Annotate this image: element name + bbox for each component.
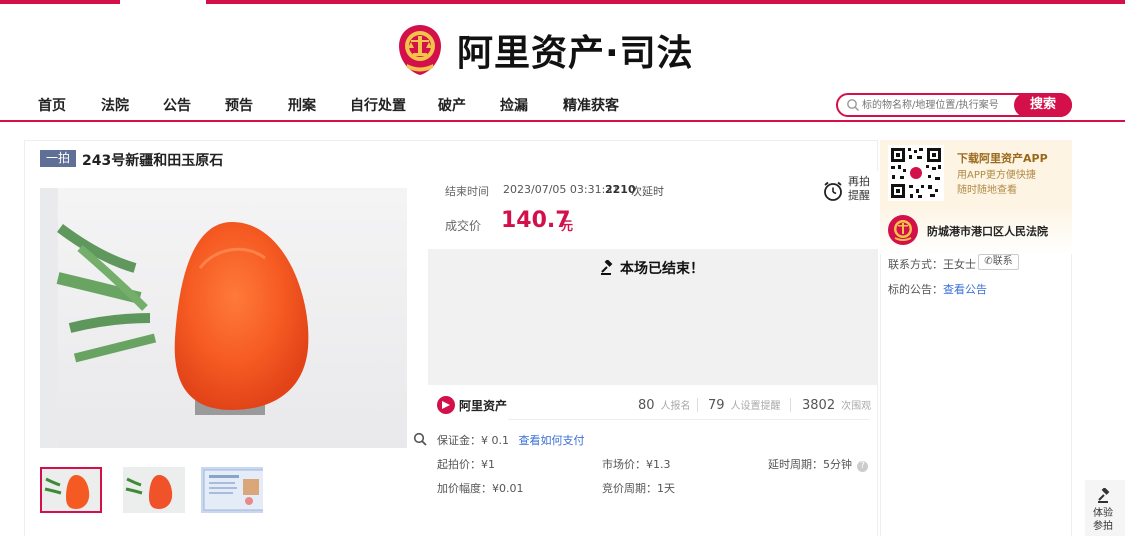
- alibaba-asset-logo-icon: [437, 396, 455, 414]
- thumbnail-3[interactable]: [201, 467, 263, 513]
- view-number: 3802: [802, 398, 836, 413]
- end-time-label: 结束时间: [445, 185, 489, 198]
- alarm-clock-icon[interactable]: [822, 180, 844, 202]
- search-icon: [847, 99, 859, 111]
- bid-increment: 加价幅度：¥0.01: [437, 482, 524, 495]
- stats-underline: [508, 419, 870, 420]
- search-input[interactable]: [862, 97, 1014, 113]
- end-time-value: 2023/07/05 03:31:31: [503, 183, 620, 196]
- nav-item-criminal[interactable]: 刑案: [288, 95, 316, 115]
- top-accent-right: [206, 0, 1125, 4]
- signup-number: 80: [638, 398, 655, 413]
- gavel-icon: [601, 260, 613, 275]
- deal-price-unit: 元: [561, 219, 574, 233]
- deposit-label: 保证金：¥ 0.1: [437, 434, 509, 447]
- contact-button-label: 联系: [992, 256, 1013, 267]
- app-download-desc: 用APP更方便快捷 随时随地查看: [957, 168, 1036, 198]
- view-label: 次围观: [841, 401, 872, 412]
- nav-item-announcement[interactable]: 公告: [163, 95, 191, 115]
- brand-name: 阿里资产: [459, 398, 508, 413]
- court-name[interactable]: 防城港市港口区人民法院: [927, 223, 1048, 239]
- auction-round-tag: 一拍: [40, 150, 76, 167]
- bidding-cycle: 竞价周期：1天: [602, 482, 675, 495]
- delay-cycle-row: 延时周期：5分钟?: [768, 456, 868, 472]
- brand-label: 阿里资产: [437, 396, 507, 414]
- deposit-row: 保证金：¥ 0.1 查看如何支付: [437, 432, 585, 448]
- jade-stone-image: [56, 222, 309, 415]
- search-box: 搜索: [836, 93, 1072, 117]
- search-button[interactable]: 搜索: [1014, 93, 1072, 117]
- experience-bidding-label[interactable]: 体验参拍: [1091, 507, 1115, 533]
- app-download-desc-line1: 用APP更方便快捷: [957, 170, 1036, 181]
- signup-label: 人报名: [660, 401, 691, 412]
- reminder-number: 79: [708, 398, 725, 413]
- nav-item-preview[interactable]: 预告: [225, 95, 253, 115]
- site-logo[interactable]: 阿里资产·司法: [397, 24, 694, 76]
- item-title: 243号新疆和田玉原石: [82, 153, 224, 169]
- reminder-label: 人设置提醒: [730, 401, 781, 412]
- delay-cycle: 延时周期：5分钟: [768, 458, 852, 471]
- stats-divider: [697, 398, 698, 412]
- top-accent-bar: [0, 0, 1125, 4]
- how-to-pay-link[interactable]: 查看如何支付: [519, 434, 585, 447]
- contact-info: 联系方式：王女士: [888, 258, 976, 271]
- thumbnail-2[interactable]: [123, 467, 185, 513]
- app-download-title: 下载阿里资产APP: [957, 152, 1048, 165]
- deal-price-label: 成交价: [445, 219, 482, 233]
- view-count: 3802 次围观: [802, 397, 871, 413]
- main-item-photo[interactable]: [40, 188, 407, 448]
- item-notice-row: 标的公告：查看公告: [888, 281, 987, 297]
- zoom-icon[interactable]: [413, 432, 427, 446]
- court-emblem-icon: [888, 215, 918, 245]
- market-price: 市场价：¥1.3: [602, 458, 671, 471]
- delay-count-label: 次延时: [631, 185, 664, 198]
- auction-ended-message: 本场已结束！: [600, 258, 704, 278]
- help-icon[interactable]: ?: [857, 461, 868, 472]
- view-notice-link[interactable]: 查看公告: [943, 283, 987, 296]
- app-download-desc-line2: 随时随地查看: [957, 185, 1017, 196]
- reminder-count: 79 人设置提醒: [708, 397, 781, 413]
- auction-ended-text: 本场已结束！: [620, 261, 704, 277]
- nav-item-bankruptcy[interactable]: 破产: [438, 95, 466, 115]
- nav-item-precise-customers[interactable]: 精准获客: [563, 95, 619, 115]
- nav-item-self-disposal[interactable]: 自行处置: [350, 95, 406, 115]
- item-notice-label: 标的公告：: [888, 283, 943, 296]
- thumbnail-image: [123, 467, 185, 513]
- court-emblem-icon: [397, 24, 443, 76]
- certificate-image: [201, 467, 263, 513]
- nav-item-court[interactable]: 法院: [101, 95, 129, 115]
- nav-item-home[interactable]: 首页: [38, 95, 66, 115]
- qr-code-image: [888, 145, 944, 201]
- nav-item-bargain[interactable]: 捡漏: [500, 95, 528, 115]
- stats-divider: [790, 398, 791, 412]
- top-accent-left: [0, 0, 120, 4]
- phone-icon: ✆: [984, 256, 993, 267]
- logo-text: 阿里资产·司法: [457, 33, 694, 74]
- signup-count: 80 人报名: [638, 397, 691, 413]
- thumbnail-1[interactable]: [40, 467, 102, 513]
- gavel-icon: [1098, 488, 1110, 503]
- contact-button[interactable]: ✆联系: [978, 254, 1019, 270]
- rebid-reminder-button[interactable]: 再拍提醒: [848, 175, 872, 203]
- start-price: 起拍价：¥1: [437, 458, 495, 471]
- thumbnail-image: [42, 469, 100, 511]
